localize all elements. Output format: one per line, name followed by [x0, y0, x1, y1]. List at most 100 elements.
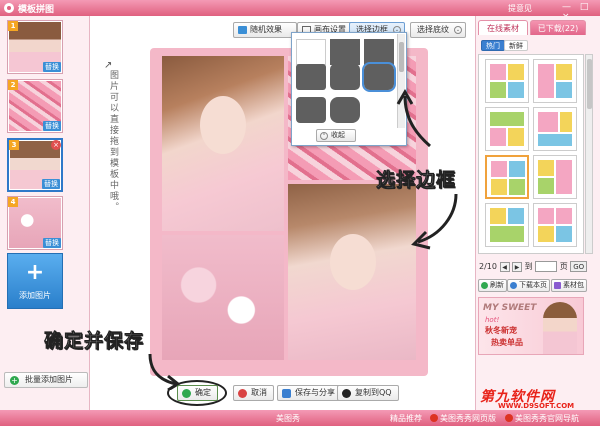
annotation-arrow-down-icon	[411, 193, 458, 250]
template-item[interactable]	[485, 59, 529, 103]
goto-label: 到	[524, 262, 533, 271]
choose-border-callout: 选择边框	[376, 169, 457, 192]
app-logo-icon	[4, 3, 14, 13]
material-pack-label: 素材包	[563, 281, 584, 289]
package-icon	[554, 282, 561, 289]
image-thumb-2[interactable]: 2 替换	[7, 79, 63, 133]
scroll-thumb[interactable]	[399, 42, 404, 72]
replace-button[interactable]: 替换	[42, 179, 60, 189]
collage-slot-1[interactable]	[162, 56, 284, 231]
add-image-button[interactable]: + 添加图片	[7, 253, 63, 309]
template-item[interactable]	[533, 203, 577, 247]
photo-face	[330, 234, 376, 290]
feedback-link[interactable]: 提意见	[508, 3, 532, 14]
watermark-url: WWW.D9SOFT.COM	[498, 402, 575, 410]
border-option[interactable]	[296, 97, 326, 123]
page-indicator: 2/10	[479, 262, 497, 271]
thumb-number: 1	[8, 21, 18, 31]
meitu-icon	[430, 414, 438, 422]
copy-qq-label: 复制到QQ	[355, 388, 392, 397]
collage-slot-3[interactable]	[162, 235, 284, 360]
dice-icon	[238, 26, 247, 34]
save-share-button[interactable]: 保存与分享	[277, 385, 342, 401]
promo-model-image	[543, 302, 577, 354]
copy-qq-button[interactable]: 复制到QQ	[337, 385, 399, 401]
remove-image-icon[interactable]: ×	[51, 140, 61, 150]
border-option-selected[interactable]	[362, 62, 396, 92]
page-number-input[interactable]	[535, 261, 558, 272]
scroll-thumb[interactable]	[587, 59, 592, 109]
template-item[interactable]	[533, 155, 577, 199]
title-bar: 模板拼图 提意见 — □ ×	[0, 0, 600, 22]
page-suffix-label: 页	[559, 262, 568, 271]
next-page-button[interactable]: ▶	[512, 261, 523, 272]
template-item[interactable]	[485, 203, 529, 247]
status-bar: 美图秀 精品推荐 美图秀秀网页版 美图秀秀官网导航	[0, 410, 600, 426]
choose-pattern-button[interactable]: 选择底纹 ⌄	[410, 22, 466, 38]
chevron-up-icon: ⌃	[320, 132, 328, 140]
image-thumb-1[interactable]: 1 替换	[7, 20, 63, 74]
border-option[interactable]	[330, 64, 360, 90]
tab-online-materials[interactable]: 在线素材	[478, 20, 528, 35]
border-option[interactable]	[296, 64, 326, 90]
template-grid	[478, 54, 584, 254]
confirm-save-callout: 确定并保存	[44, 330, 145, 353]
template-item-selected[interactable]	[485, 155, 529, 199]
replace-button[interactable]: 替换	[43, 121, 61, 131]
tab-downloaded[interactable]: 已下载(22)	[530, 20, 586, 35]
web-version-link[interactable]: 美图秀秀网页版	[430, 413, 496, 424]
template-item[interactable]	[485, 107, 529, 151]
official-nav-label: 美图秀秀官网导航	[515, 414, 579, 423]
chevron-down-icon: ⌄	[454, 26, 462, 34]
add-circle-icon: +	[10, 376, 19, 385]
download-page-label: 下载本页	[519, 281, 547, 289]
collage-slot-4[interactable]	[288, 184, 416, 360]
choose-pattern-label: 选择底纹	[417, 25, 449, 34]
refresh-button[interactable]: 刷新	[478, 279, 507, 292]
promo-line1: 秋冬新宠	[485, 326, 517, 335]
drag-hint-text: 图片可以直接拖到模板中哦。	[108, 70, 118, 213]
border-option[interactable]	[364, 39, 394, 65]
subtab-new[interactable]: 新鲜	[504, 40, 528, 51]
material-pack-button[interactable]: 素材包	[551, 279, 587, 292]
go-button[interactable]: GO	[570, 261, 588, 272]
status-center: 美图秀	[276, 414, 300, 423]
template-item[interactable]	[533, 59, 577, 103]
cancel-button[interactable]: 取消	[233, 385, 274, 401]
refresh-label: 刷新	[490, 281, 504, 289]
download-icon	[510, 282, 517, 289]
template-item[interactable]	[533, 107, 577, 151]
collapse-menu-button[interactable]: ⌃ 收起	[316, 129, 356, 142]
random-effect-button[interactable]: 随机效果	[233, 22, 297, 38]
template-scrollbar[interactable]	[585, 54, 593, 254]
meitu-icon	[505, 414, 513, 422]
collapse-label: 收起	[331, 131, 345, 139]
window-title: 模板拼图	[18, 5, 55, 15]
template-pager: 2/10 ◀ ▶ 到 页 GO	[479, 261, 588, 272]
ok-highlight-ring	[167, 380, 227, 406]
add-image-label: 添加图片	[19, 291, 51, 300]
promo-hot: hot!	[485, 316, 500, 324]
batch-add-button[interactable]: + 批量添加图片	[4, 372, 88, 388]
border-option[interactable]	[330, 39, 360, 65]
replace-button[interactable]: 替换	[43, 238, 61, 248]
thumb-number: 4	[8, 197, 18, 207]
photo-face	[200, 96, 246, 154]
promo-line2: 热卖单品	[491, 338, 523, 347]
replace-button[interactable]: 替换	[43, 62, 61, 72]
border-option[interactable]	[330, 97, 360, 123]
random-effect-label: 随机效果	[250, 25, 282, 34]
thumb-number: 3	[9, 140, 19, 150]
promo-banner[interactable]: MY SWEET hot! 秋冬新宠 热卖单品	[478, 297, 584, 355]
web-version-label: 美图秀秀网页版	[440, 414, 496, 423]
border-option-none[interactable]	[296, 39, 326, 65]
download-page-button[interactable]: 下载本页	[507, 279, 550, 292]
subtab-hot[interactable]: 热门	[481, 40, 505, 51]
image-thumb-4[interactable]: 4 替换	[7, 196, 63, 250]
promo-brand: MY SWEET	[483, 303, 537, 313]
official-nav-link[interactable]: 美图秀秀官网导航	[505, 413, 579, 424]
prev-page-button[interactable]: ◀	[499, 261, 510, 272]
save-share-label: 保存与分享	[295, 388, 335, 397]
batch-add-label: 批量添加图片	[25, 375, 73, 384]
image-thumb-3[interactable]: 3 × 替换	[7, 138, 63, 192]
